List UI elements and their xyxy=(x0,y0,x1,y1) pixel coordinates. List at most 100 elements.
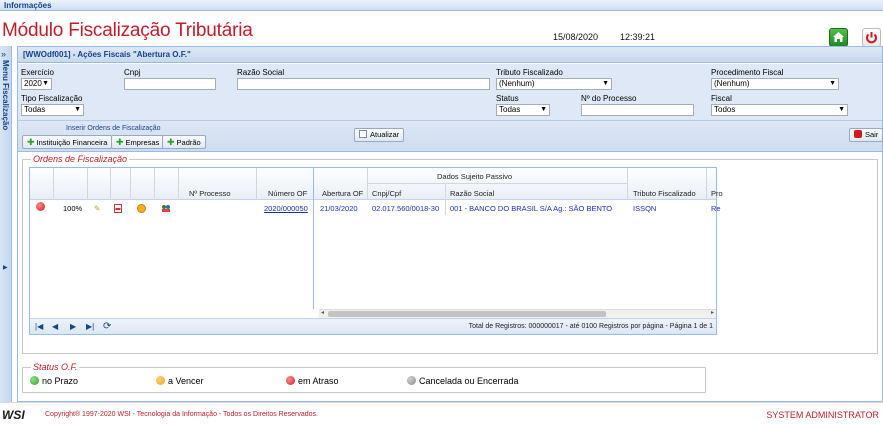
procedimento-select[interactable]: (Nenhum) ▼ xyxy=(711,78,839,90)
padrao-label: Padrão xyxy=(176,138,201,147)
power-button[interactable] xyxy=(862,28,881,47)
first-page-icon[interactable]: |◀ xyxy=(35,322,43,331)
cell-tributo: ISSQN xyxy=(633,204,657,213)
numero-of-link[interactable]: 2020/000050 xyxy=(264,204,308,213)
scroll-thumb[interactable] xyxy=(328,311,606,317)
tipo-label: Tipo Fiscalização xyxy=(21,94,83,103)
razao-social-label: Razão Social xyxy=(237,68,285,77)
col-header-razao[interactable]: Razão Social xyxy=(450,189,494,198)
col-header-abertura[interactable]: Abertura OF xyxy=(322,189,363,198)
status-a-vencer: a Vencer xyxy=(156,376,204,386)
panel-title: [WWOdf001] - Ações Fiscais "Abertura O.F… xyxy=(18,47,882,63)
next-page-icon[interactable]: ▶ xyxy=(70,322,76,331)
status-cancelada-label: Cancelada ou Encerrada xyxy=(419,376,519,386)
col-group-header: Dados Sujeito Passivo xyxy=(437,172,513,181)
exercicio-select[interactable]: 2020 ▼ xyxy=(21,78,52,90)
procedimento-label: Procedimento Fiscal xyxy=(711,68,784,77)
processo-label: Nº do Processo xyxy=(581,94,637,103)
col-divider xyxy=(256,168,257,200)
atualizar-button[interactable]: Atualizar xyxy=(354,128,405,142)
status-label: Status xyxy=(496,94,519,103)
cnpj-input[interactable] xyxy=(124,78,216,90)
col-divider xyxy=(53,168,54,200)
main-panel: [WWOdf001] - Ações Fiscais "Abertura O.F… xyxy=(17,46,883,402)
padrao-button[interactable]: ✚ Padrão xyxy=(162,135,206,149)
chevron-down-icon: ▼ xyxy=(42,80,49,87)
col-divider xyxy=(445,183,446,215)
filter-area: Exercício 2020 ▼ Cnpj Razão Social Tribut… xyxy=(18,64,882,120)
side-menu-label[interactable]: Menu Fiscalização xyxy=(1,60,10,130)
col-header-processo[interactable]: Nº Processo xyxy=(189,189,231,198)
status-no-prazo-label: no Prazo xyxy=(42,376,79,386)
side-menu-tab[interactable]: » Menu Fiscalização ▶ xyxy=(0,46,12,402)
info-bar-label[interactable]: Informações xyxy=(4,1,52,10)
sair-button[interactable]: Sair xyxy=(849,128,883,142)
col-divider xyxy=(130,168,131,200)
col-header-tributo[interactable]: Tributo Fiscalizado xyxy=(633,189,696,198)
wsi-logo: WSI xyxy=(2,408,25,422)
tributo-value: (Nenhum) xyxy=(499,79,535,88)
plus-icon: ✚ xyxy=(116,137,124,147)
cnpj-label: Cnpj xyxy=(124,68,141,77)
last-page-icon[interactable]: ▶| xyxy=(86,322,94,331)
gray-dot-icon xyxy=(407,376,416,385)
red-dot-icon xyxy=(286,376,295,385)
status-select[interactable]: Todas ▼ xyxy=(496,104,550,116)
status-em-atraso: em Atraso xyxy=(286,376,339,386)
locked-divider xyxy=(313,168,314,309)
status-value: Todas xyxy=(499,105,521,114)
empresas-button[interactable]: ✚ Empresas xyxy=(111,135,165,149)
chevron-down-icon: ▼ xyxy=(829,80,836,87)
procedimento-value: (Nenhum) xyxy=(714,79,750,88)
col-header-numero-of[interactable]: Número OF xyxy=(268,189,307,198)
side-arrow-icon[interactable]: ▶ xyxy=(3,264,8,271)
status-legend: Status O.F. xyxy=(31,362,80,372)
home-button[interactable] xyxy=(829,28,848,47)
toolbar: Inserir Ordens de Fiscalização ✚ Institui… xyxy=(18,120,883,152)
plus-icon: ✚ xyxy=(27,137,35,147)
status-cancelada: Cancelada ou Encerrada xyxy=(407,376,519,386)
sair-label: Sair xyxy=(865,130,879,139)
chevron-down-icon: ▼ xyxy=(74,106,81,113)
cell-cnpj: 02.017.560/0018-30 xyxy=(372,204,440,213)
page-title: Módulo Fiscalização Tributária xyxy=(2,20,253,41)
fiscal-select[interactable]: Todos ▼ xyxy=(711,104,848,116)
edit-pencil-icon[interactable]: ✎ xyxy=(94,204,100,213)
instituicao-financeira-button[interactable]: ✚ Instituição Financeira xyxy=(22,135,113,149)
col-header-cnpj[interactable]: Cnpj/Cpf xyxy=(372,189,401,198)
home-icon xyxy=(833,32,844,42)
scroll-left-icon[interactable]: ◂ xyxy=(321,309,324,316)
refresh-icon[interactable]: ⟳ xyxy=(103,321,111,332)
orange-dot-icon xyxy=(156,376,165,385)
razao-social-input[interactable] xyxy=(237,78,490,90)
expand-chevron-icon[interactable]: » xyxy=(1,49,6,59)
insert-group-label: Inserir Ordens de Fiscalização xyxy=(66,125,161,132)
group-divider xyxy=(367,183,627,184)
atualizar-label: Atualizar xyxy=(370,130,400,139)
scroll-right-icon[interactable]: ▸ xyxy=(711,309,714,316)
green-dot-icon xyxy=(30,376,39,385)
header-date: 15/08/2020 xyxy=(553,32,599,42)
col-divider xyxy=(706,168,707,200)
col-header-pro[interactable]: Pro xyxy=(711,189,723,198)
cell-pro: Re xyxy=(711,204,721,213)
users-icon[interactable] xyxy=(161,204,171,215)
pdf-document-icon[interactable] xyxy=(114,204,122,215)
numero-of-text[interactable]: 2020/000050 xyxy=(264,204,308,213)
tributo-select[interactable]: (Nenhum) ▼ xyxy=(496,78,612,90)
tipo-select[interactable]: Todas ▼ xyxy=(21,104,84,116)
chevron-down-icon: ▼ xyxy=(602,80,609,87)
exercicio-value: 2020 xyxy=(24,79,42,88)
processo-input[interactable] xyxy=(581,104,694,116)
horizontal-scrollbar[interactable]: ◂ ▸ xyxy=(319,309,716,318)
pager-bar: |◀ ◀ ▶ ▶| ⟳ Total de Registros: 00000001… xyxy=(30,318,716,334)
col-divider xyxy=(367,168,368,200)
prev-page-icon[interactable]: ◀ xyxy=(52,322,58,331)
tributo-label: Tributo Fiscalizado xyxy=(496,68,563,77)
col-divider xyxy=(627,168,628,200)
pending-status-icon[interactable] xyxy=(137,204,149,214)
info-bar: Informações xyxy=(0,0,883,11)
status-no-prazo: no Prazo xyxy=(30,376,78,386)
power-icon xyxy=(866,32,877,44)
fiscal-value: Todos xyxy=(714,105,736,114)
